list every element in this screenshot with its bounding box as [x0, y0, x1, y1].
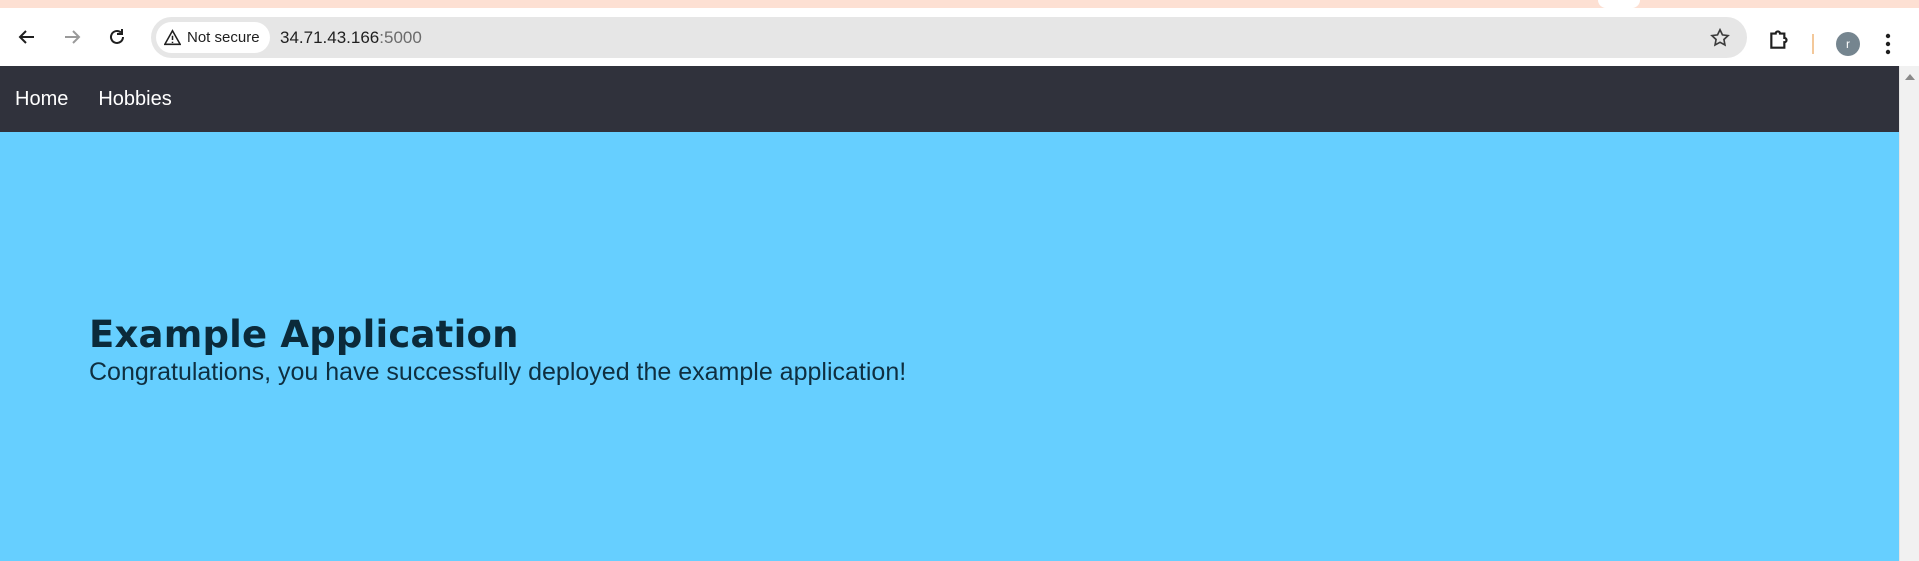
reload-icon — [110, 29, 124, 44]
kebab-menu-icon[interactable] — [1884, 32, 1892, 56]
star-icon[interactable] — [1709, 27, 1731, 49]
vertical-scrollbar[interactable] — [1899, 66, 1919, 561]
extensions-puzzle-icon[interactable] — [1767, 26, 1793, 52]
scroll-up-arrow-icon[interactable] — [1905, 74, 1915, 80]
nav-link-hobbies[interactable]: Hobbies — [98, 88, 171, 111]
security-indicator[interactable]: Not secure — [156, 22, 270, 53]
tab-strip — [0, 0, 1919, 8]
url-text[interactable]: 34.71.43.166:5000 — [280, 17, 422, 58]
forward-button[interactable] — [54, 19, 90, 55]
site-navbar: Home Hobbies — [0, 66, 1899, 132]
toolbar-divider — [1812, 34, 1814, 54]
page-title: Example Application — [89, 313, 519, 356]
hero-subtitle: Congratulations, you have successfully d… — [89, 358, 907, 386]
forward-arrow-icon — [65, 30, 81, 44]
back-button[interactable] — [9, 19, 45, 55]
page-viewport: Home Hobbies Example Application Congrat… — [0, 66, 1919, 561]
active-tab-notch[interactable] — [1598, 0, 1640, 8]
address-bar[interactable]: Not secure 34.71.43.166:5000 — [151, 17, 1747, 58]
profile-avatar[interactable]: r — [1836, 32, 1860, 56]
url-port: :5000 — [379, 27, 422, 47]
security-label: Not secure — [187, 29, 260, 46]
browser-toolbar: Not secure 34.71.43.166:5000 r — [0, 8, 1919, 66]
back-arrow-icon — [18, 30, 34, 44]
warning-triangle-icon — [164, 29, 181, 46]
url-host: 34.71.43.166 — [280, 27, 380, 47]
reload-button[interactable] — [99, 19, 135, 55]
nav-link-home[interactable]: Home — [15, 88, 68, 111]
hero-section: Example Application Congratulations, you… — [0, 132, 1899, 561]
